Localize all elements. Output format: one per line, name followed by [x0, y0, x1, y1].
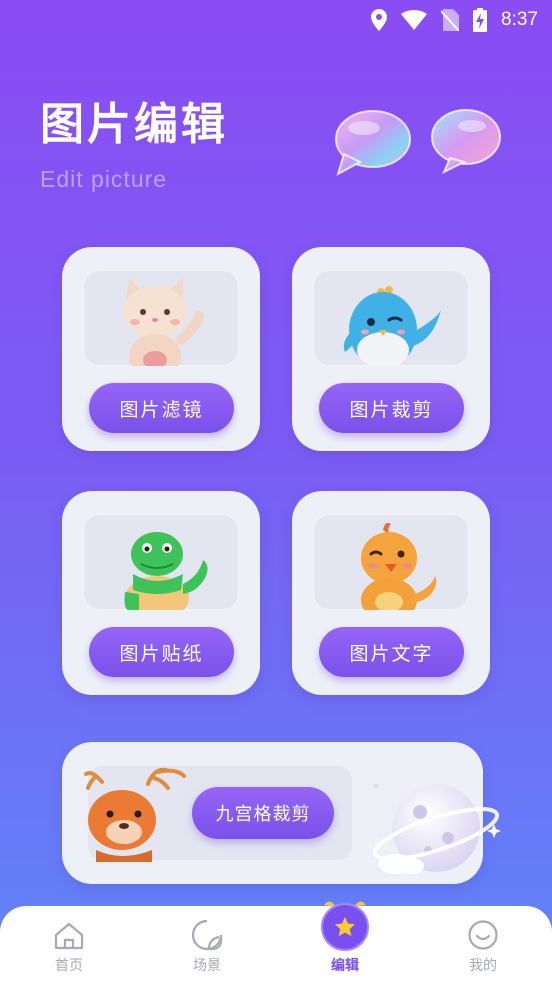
crop-card-image [313, 270, 469, 366]
edit-star-icon [321, 901, 369, 951]
text-card-image [313, 514, 469, 610]
sticker-button[interactable]: 图片贴纸 [89, 627, 234, 677]
wifi-icon [401, 10, 428, 30]
crop-card[interactable]: 图片裁剪 [292, 247, 490, 451]
deer-mascot-icon [84, 767, 186, 862]
penguin-mascot-icon [343, 286, 441, 366]
nav-item-scene[interactable]: 场景 [152, 911, 262, 975]
text-card[interactable]: 图片文字 [292, 491, 490, 695]
nav-item-home[interactable]: 首页 [14, 911, 124, 975]
chat-bubble-icon [428, 108, 502, 178]
no-sim-icon [441, 9, 460, 31]
nav-label-mine: 我的 [469, 958, 497, 974]
chat-bubble-icon [334, 110, 412, 180]
filter-card-image [83, 270, 239, 366]
chick-mascot-icon [361, 522, 437, 610]
crop-button[interactable]: 图片裁剪 [319, 383, 464, 433]
clock-time: 8:37 [501, 9, 538, 30]
filter-card[interactable]: 图片滤镜 [62, 247, 260, 451]
cat-mascot-icon [123, 278, 204, 366]
grid-crop-card[interactable]: 九宫格裁剪 [62, 742, 501, 884]
nav-item-mine[interactable]: 我的 [428, 911, 538, 975]
nav-item-edit[interactable]: 编辑 [290, 901, 400, 975]
scene-icon [191, 919, 223, 951]
location-icon [371, 9, 388, 31]
smiley-icon [468, 920, 498, 950]
filter-button[interactable]: 图片滤镜 [89, 383, 234, 433]
text-button[interactable]: 图片文字 [319, 627, 464, 677]
page-subtitle: Edit picture [40, 166, 168, 192]
battery-charging-icon [473, 8, 488, 32]
grid-crop-button[interactable]: 九宫格裁剪 [192, 787, 334, 839]
nav-label-scene: 场景 [193, 958, 221, 974]
planet-icon [372, 782, 501, 874]
nav-label-home: 首页 [55, 958, 83, 974]
sticker-card-image [83, 514, 239, 610]
nav-label-edit: 编辑 [331, 958, 359, 974]
sticker-card[interactable]: 图片贴纸 [62, 491, 260, 695]
home-icon [54, 922, 84, 950]
page-title: 图片编辑 [40, 99, 228, 150]
status-bar: 8:37 [0, 0, 552, 40]
crocodile-mascot-icon [124, 532, 208, 610]
bottom-nav: 首页 场景 编辑 我的 [0, 901, 552, 981]
